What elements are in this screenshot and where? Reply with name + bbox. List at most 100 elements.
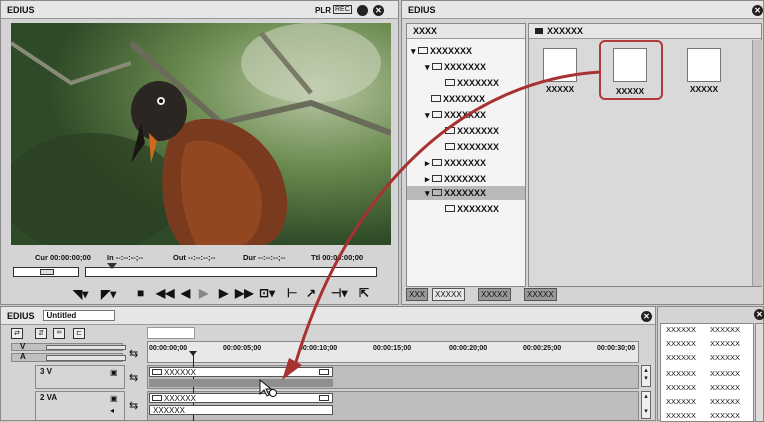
toolbar-icon[interactable]: ⊏ [73,328,85,339]
tab[interactable]: XXXXX [432,288,465,301]
track-lock-icon[interactable]: ▣ [110,368,118,377]
toolbar-icon[interactable]: ⇵ [35,328,47,339]
close-icon[interactable]: ✕ [641,311,652,322]
timeline-clip[interactable]: XXXXXX [149,367,333,377]
tree-item[interactable]: XXXXXXX [445,142,499,152]
rec-button[interactable]: REC [333,5,352,14]
scroll-up-icon[interactable]: ▴ ▾ [641,365,651,387]
dur-timecode: Dur --:--:--;-- [243,253,286,262]
clip-view: XXXXXX XXXXX XXXXX XXXXX [528,23,762,287]
ruler-label: 00:00:25;00 [523,345,562,352]
list-cell[interactable]: XXXXXX [666,325,696,334]
toolbar-icon[interactable]: ∞ [53,328,65,339]
ruler-label: 00:00:05;00 [223,345,262,352]
clip-end-icon [319,395,329,401]
step-forward-icon[interactable]: ▶ [219,286,228,300]
tree-item[interactable]: ▾ XXXXXXX [411,46,472,57]
stop-icon[interactable]: ■ [137,286,144,300]
tab[interactable]: XXX [406,288,429,301]
track-label: 2 VA [40,393,58,402]
tree-item[interactable]: XXXXXXX [445,204,499,214]
ruler-label: 00:00:15;00 [373,345,412,352]
tree-item[interactable]: ▾ XXXXXXX [425,62,486,73]
scroll-up-icon[interactable]: ▴ ▾ [641,391,651,419]
sync-arrows-icon[interactable]: ⇆ [129,371,138,384]
video-frame [11,23,391,245]
tree-item[interactable]: XXXXXXX [445,78,499,88]
tree-item[interactable]: ▸ XXXXXXX [425,174,486,185]
plr-label[interactable]: PLR [315,6,331,15]
playhead-marker-icon[interactable] [189,351,197,356]
list-cell[interactable]: XXXXXX [666,353,696,362]
fast-forward-icon[interactable]: ▶▶ [235,286,253,300]
list-cell[interactable]: XXXXXX [710,353,740,362]
loop-icon[interactable]: ⊡▾ [259,286,275,300]
tab[interactable]: XXXXX [524,288,557,301]
track-audio-icon[interactable]: ◂ [110,406,114,415]
clip-thumbnail[interactable] [543,48,577,82]
track-header-a[interactable]: A [11,352,126,362]
record-dot-icon[interactable] [357,5,368,16]
list-cell[interactable]: XXXXXX [710,397,740,406]
step-back-icon[interactable]: ◀ [181,286,190,300]
play-icon[interactable]: ▶ [199,286,208,300]
list-cell[interactable]: XXXXXX [710,369,740,378]
selection-highlight [599,40,663,100]
list-cell[interactable]: XXXXXX [710,325,740,334]
set-in-icon[interactable]: ◥▾ [73,287,88,301]
track-2va[interactable]: 2 VA ▣ ◂ [35,391,125,421]
folder-icon [432,175,443,183]
scrollbar[interactable] [752,40,762,286]
toolbar-icon[interactable]: ⇄ [11,328,23,339]
sync-arrows-icon[interactable]: ⇆ [129,399,138,412]
sequence-tab[interactable]: Untitled [42,310,116,321]
overwrite2-icon[interactable]: ⊣▾ [331,286,347,300]
rewind-icon[interactable]: ◀◀ [156,286,174,300]
overwrite-icon[interactable]: ↗ [306,286,316,300]
clip-icon [152,395,162,401]
player-title: EDIUS [7,4,35,15]
list-cell[interactable]: XXXXXX [710,411,740,420]
bin-title: EDIUS [408,4,436,15]
tree-item[interactable]: ▾ XXXXXXX [425,110,486,121]
track-3v[interactable]: 3 V ▣ [35,365,125,389]
track-label: V [20,342,26,351]
tab[interactable]: XXXXX [478,288,511,301]
close-icon[interactable]: ✕ [752,5,763,16]
track-lock-icon[interactable]: ▣ [110,394,118,403]
list-cell[interactable]: XXXXXX [710,339,740,348]
close-icon[interactable]: ✕ [373,5,384,16]
tree-item[interactable]: ▾ XXXXXXX [425,188,486,199]
track-label: 3 V [40,367,53,376]
player-window: EDIUS PLR REC ✕ Cur 00:00:00;00 In --:--… [0,0,399,305]
insert-icon[interactable]: ⊢ [287,286,297,300]
list-cell[interactable]: XXXXXX [666,369,696,378]
drop-indicator [149,379,333,387]
timeline-titlebar: EDIUS Untitled [1,307,655,325]
tree-item[interactable]: ▸ XXXXXXX [425,158,486,169]
timeline-clip[interactable]: XXXXXX [149,393,333,403]
export-icon[interactable]: ⇱ [359,286,369,300]
list-cell[interactable]: XXXXXX [666,411,696,420]
playhead-marker-icon[interactable] [107,263,117,269]
scrollbar[interactable] [755,323,764,422]
ruler-label: 00:00:10;00 [299,345,338,352]
close-icon[interactable]: ✕ [754,309,764,320]
content-header-label: XXXXXX [547,26,584,36]
track-header-v[interactable]: V [11,342,126,351]
list-cell[interactable]: XXXXXX [710,383,740,392]
list-cell[interactable]: XXXXXX [666,397,696,406]
clip-thumbnail[interactable] [687,48,721,82]
clip-name: XXXXX [689,84,719,94]
tree-header-label: XXXX [413,26,438,36]
list-cell[interactable]: XXXXXX [666,383,696,392]
position-slider[interactable] [85,267,377,277]
shuttle-bar[interactable] [13,267,79,277]
set-out-icon[interactable]: ◤▾ [101,287,116,301]
clip-label: XXXXXX [153,406,186,415]
tree-item[interactable]: XXXXXXX [445,126,499,136]
tree-item[interactable]: XXXXXXX [431,94,485,104]
list-cell[interactable]: XXXXXX [666,339,696,348]
sync-arrows-icon[interactable]: ⇆ [129,347,138,360]
timeline-clip[interactable]: XXXXXX [149,405,333,415]
